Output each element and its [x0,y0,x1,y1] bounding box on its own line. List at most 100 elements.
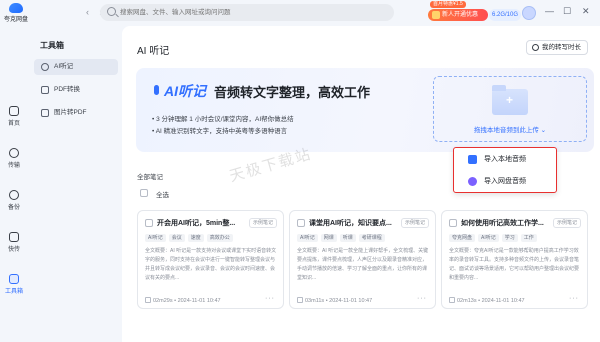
card-tag: AI听记 [478,234,499,242]
card-meta: 02m13s • 2024-11-01 10:47 [449,297,525,304]
cloud-icon [468,177,477,186]
card-summary: 全文概要：AI 听记是一款全能上课好帮手，全文梳理、关键要点提炼，课件要点梳理，… [297,248,429,281]
top-bar: 夸克网盘 ‹ › 首月特惠¥1.5 新人开通优惠 6.2G/10G — ☐ ✕ [0,0,600,26]
sidebar-item-label: 图片转PDF [54,109,87,116]
app-name: 夸克网盘 [4,17,29,23]
card-tag: 会议 [168,234,185,242]
sidebar-item-label: PDF转换 [54,86,80,93]
card-checkbox[interactable] [297,219,305,227]
select-all-checkbox[interactable] [140,189,148,197]
ai-notes-banner: AI听记 音频转文字整理，高效工作 • 3 分钟理解 1 小时会议/课堂内容，A… [136,68,594,152]
card-badge: 示例笔记 [552,218,581,228]
card-duration: 02m29s [153,298,173,304]
note-card[interactable]: 开会用AI听记，5min整... 示例笔记 AI听记 会议 速度 高效办公 全文… [137,210,284,309]
rail-item-backup[interactable]: 备份 [0,190,28,211]
pdf-icon [41,86,49,94]
menu-item-label: 导入本地音频 [484,156,526,163]
more-icon[interactable]: ··· [265,295,275,302]
send-icon [9,232,19,242]
rail-item-label: 工具箱 [4,289,23,295]
more-icon[interactable]: ··· [417,295,427,302]
home-icon [9,106,19,116]
menu-item-label: 导入网盘音频 [484,178,526,185]
card-title: 课堂用AI听记，知识要点... [309,220,392,227]
banner-bullet: • AI 精准识别转文字，支持中英粤等多语种语言 [152,128,288,135]
rail-item-toolbox[interactable]: 工具箱 [0,274,28,295]
sidebar-item-label: AI听记 [54,63,74,70]
card-tag: 听课 [339,234,356,242]
import-cloud-audio[interactable]: 导入网盘音频 [454,171,554,192]
more-icon[interactable]: ··· [569,295,579,302]
card-tag: 学习 [501,234,518,242]
left-rail: 首页 传输 备份 快传 工具箱 [0,26,28,342]
card-duration: 02m13s [457,298,477,304]
audio-file-icon [145,297,151,303]
search-bar[interactable] [100,4,394,21]
my-button-label: 我的转写时长 [542,44,581,51]
notes-section-label: 全部笔记 [137,174,163,181]
card-tag: 速度 [187,234,204,242]
sidebar-item-ai-notes[interactable]: AI听记 [34,59,118,75]
audio-file-icon [449,297,455,303]
card-title: 开会用AI听记，5min整... [157,220,236,227]
promo-tag: 首月特惠¥1.5 [430,1,466,8]
banner-bullet: • 3 分钟理解 1 小时会议/课堂内容，AI帮你做总结 [152,116,294,123]
sidebar-item-pdf-convert[interactable]: PDF转换 [34,82,118,98]
avatar[interactable] [522,6,536,20]
folder-icon: + [492,85,528,115]
card-date: 2024-11-01 10:47 [329,298,373,304]
banner-title: 音频转文字整理，高效工作 [214,85,371,100]
select-all[interactable]: 全选 [140,189,169,199]
card-checkbox[interactable] [145,219,153,227]
rail-item-transfer[interactable]: 传输 [0,148,28,169]
sidebar-item-image-to-pdf[interactable]: 图片转PDF [34,105,118,121]
page-title: AI 听记 [137,46,170,57]
toolbox-sidebar: 工具箱 AI听记 PDF转换 图片转PDF [28,26,122,342]
rail-item-label: 快传 [7,247,20,253]
card-duration: 03m11s [305,298,325,304]
backup-icon [9,190,19,200]
gift-icon [432,11,440,19]
upload-drop-zone[interactable]: + 拖拽本地音频到此上传 ⌄ [433,76,587,142]
card-meta: 03m11s • 2024-11-01 10:47 [297,297,372,304]
search-input[interactable] [120,6,380,19]
storage-usage[interactable]: 6.2G/10G [489,9,521,21]
my-transcribe-time-button[interactable]: 我的转写时长 [526,40,588,55]
card-summary: 全文概要：夸克AI听记是一款能够帮助用户提高工作学习效率的录音转写工具。支持多种… [449,248,580,281]
clock-icon [532,44,539,51]
rail-item-home[interactable]: 首页 [0,106,28,127]
mic-icon [41,63,49,71]
note-card[interactable]: 如何使用听记高效工作学... 示例笔记 夸克网盘 AI听记 学习 工作 全文概要… [441,210,588,309]
card-tag: 网课 [320,234,337,242]
select-all-label: 全选 [156,192,169,199]
card-tag: 高效办公 [206,234,233,242]
card-tag: 工作 [520,234,537,242]
audio-file-icon [297,297,303,303]
mic-icon [154,85,159,95]
card-title: 如何使用听记高效工作学... [461,220,544,227]
card-tag: 考研课程 [358,234,385,242]
import-audio-menu: 导入本地音频 导入网盘音频 [453,147,557,193]
rail-item-quick-send[interactable]: 快传 [0,232,28,253]
card-checkbox[interactable] [449,219,457,227]
card-badge: 示例笔记 [400,218,429,228]
toolbox-icon [9,274,19,284]
card-meta: 02m29s • 2024-11-01 10:47 [145,297,221,304]
sidebar-title: 工具箱 [40,41,64,50]
drop-zone-label[interactable]: 拖拽本地音频到此上传 ⌄ [434,124,586,134]
import-local-audio[interactable]: 导入本地音频 [454,149,554,170]
rail-item-label: 备份 [7,205,20,211]
app-logo[interactable]: 夸克网盘 [4,3,28,23]
card-tag: AI听记 [297,234,318,242]
rail-item-label: 传输 [7,163,20,169]
local-file-icon [468,155,477,164]
minimize-button[interactable]: — [545,6,554,16]
card-badge: 示例笔记 [248,218,277,228]
card-summary: 全文概要：AI 听记是一款支持对会议或课堂下实时语音转文字的服务，同时支持在会议… [145,248,277,281]
card-tag: 夸克网盘 [449,234,476,242]
banner-brand: AI听记 [164,83,206,99]
search-icon [107,7,116,16]
maximize-button[interactable]: ☐ [563,6,571,17]
close-button[interactable]: ✕ [582,6,590,17]
note-card[interactable]: 课堂用AI听记，知识要点... 示例笔记 AI听记 网课 听课 考研课程 全文概… [289,210,436,309]
